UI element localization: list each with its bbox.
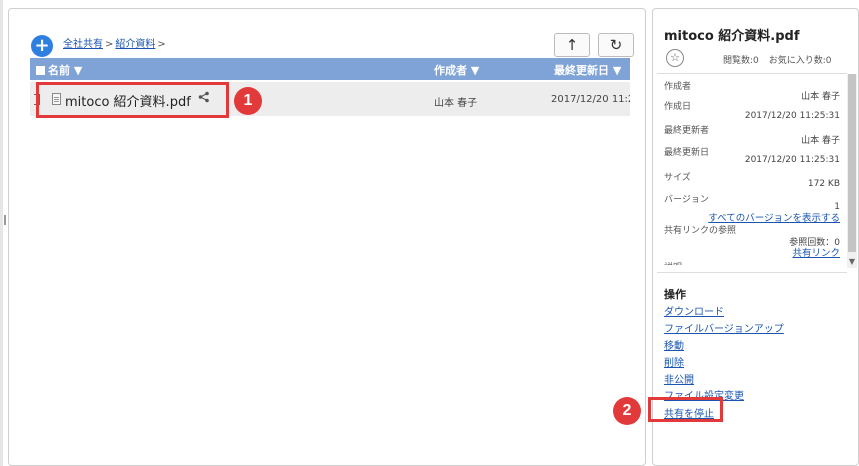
scrollbar-thumb[interactable]	[848, 74, 856, 252]
prop-modifier-label: 最終更新者	[664, 126, 710, 136]
prop-creator-value: 山本 春子	[801, 92, 840, 102]
share-link[interactable]: 共有リンク	[792, 245, 840, 259]
favorite-star-icon[interactable]: ☆	[666, 49, 684, 67]
refresh-button[interactable]: ↻	[598, 33, 634, 57]
breadcrumb-separator: >	[157, 39, 166, 50]
prop-description-label: 説明	[664, 260, 682, 265]
row-author: 山本 春子	[434, 98, 478, 109]
add-button[interactable]: +	[31, 35, 53, 57]
select-all-checkbox[interactable]	[36, 66, 45, 75]
unpublish-link[interactable]: 非公開	[664, 371, 694, 386]
column-header-name-label: 名前 ▼	[48, 64, 83, 77]
operations-title: 操作	[664, 288, 686, 301]
prop-version-label: バージョン	[664, 195, 709, 205]
prop-modified-value: 2017/12/20 11:25:31	[744, 155, 840, 165]
callout-badge-2: 2	[613, 397, 641, 425]
download-link[interactable]: ダウンロード	[664, 303, 724, 318]
column-header-modified[interactable]: 最終更新日 ▼	[554, 62, 621, 78]
refresh-icon: ↻	[609, 36, 623, 54]
row-modified-date: 2017/12/20 11:25:31	[551, 94, 630, 105]
file-stats: 閲覧数:0 お気に入り数:0	[723, 53, 832, 66]
breadcrumb-folder-link[interactable]: 紹介資料	[115, 39, 155, 50]
callout-highlight-file	[36, 82, 229, 118]
arrow-up-icon: ↑	[565, 36, 579, 54]
properties-scrollbar[interactable]: ▼	[847, 74, 857, 268]
splitter-handle[interactable]	[4, 215, 6, 225]
view-count: 閲覧数:0	[723, 56, 759, 66]
callout-highlight-stop-sharing	[648, 397, 723, 422]
column-header-author[interactable]: 作成者 ▼	[434, 62, 479, 78]
delete-link[interactable]: 削除	[664, 354, 684, 369]
divider	[657, 272, 847, 273]
prop-created-label: 作成日	[664, 102, 692, 112]
prop-share-ref-label: 共有リンクの参照	[664, 226, 737, 236]
prop-created-value: 2017/12/20 11:25:31	[744, 111, 840, 121]
all-versions-link[interactable]: すべてのバージョンを表示する	[708, 210, 840, 224]
favorite-count: お気に入り数:0	[768, 56, 832, 66]
breadcrumb: 全社共有 > 紹介資料 >	[63, 35, 168, 50]
column-header-name[interactable]: 名前 ▼	[36, 62, 82, 78]
callout-badge-1: 1	[234, 87, 262, 115]
divider	[657, 73, 847, 74]
prop-creator-label: 作成者	[664, 82, 692, 92]
file-properties: 作成者 山本 春子 作成日 2017/12/20 11:25:31 最終更新者 …	[664, 75, 840, 265]
prop-modified-label: 最終更新日	[664, 148, 710, 158]
move-link[interactable]: 移動	[664, 337, 684, 352]
prop-modifier-value: 山本 春子	[801, 136, 840, 146]
window-left-edge	[0, 0, 3, 466]
detail-file-title: mitoco 紹介資料.pdf	[664, 29, 800, 44]
prop-size-label: サイズ	[664, 173, 691, 183]
breadcrumb-root-link[interactable]: 全社共有	[63, 39, 103, 50]
file-table-header: 名前 ▼ 作成者 ▼ 最終更新日 ▼	[30, 58, 630, 80]
breadcrumb-separator: >	[105, 39, 114, 50]
version-up-link[interactable]: ファイルバージョンアップ	[664, 320, 784, 335]
prop-size-value: 172 KB	[807, 179, 840, 189]
chevron-down-icon[interactable]: ▼	[847, 256, 857, 268]
up-folder-button[interactable]: ↑	[554, 33, 590, 57]
